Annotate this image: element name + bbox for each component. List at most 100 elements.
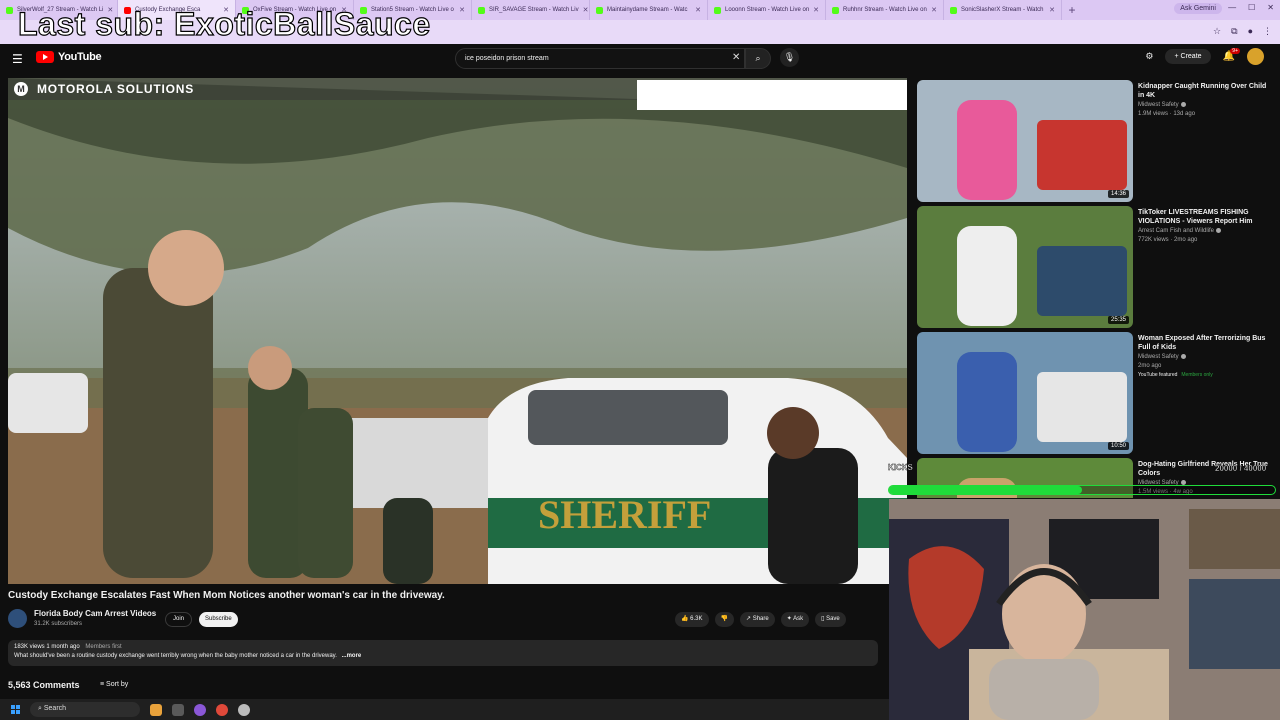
search-input[interactable]: ice poseidon prison stream — [455, 48, 745, 69]
windows-taskbar: ⌕ Search — [0, 699, 890, 720]
browser-tab[interactable]: Maintainydame Stream - Watc ✕ — [590, 0, 708, 20]
channel-name[interactable]: Florida Body Cam Arrest Videos — [34, 609, 156, 618]
new-tab-button[interactable]: + — [1062, 3, 1082, 17]
recommended-channel[interactable]: Midwest Safety — [1138, 102, 1186, 108]
video-player[interactable]: SHERIFF M MOTOROLA SOLUTIONS — [8, 78, 907, 584]
settings-icon[interactable] — [238, 703, 250, 716]
more-link[interactable]: ...more — [342, 653, 362, 659]
browser-tab[interactable]: Ruhhnr Stream - Watch Live on ✕ — [826, 0, 944, 20]
minimize-button[interactable]: — — [1228, 3, 1236, 12]
browser-tab[interactable]: Looonn Stream - Watch Live on ✕ — [708, 0, 826, 20]
browser-tab[interactable]: SonicSlasherX Stream - Watch ✕ — [944, 0, 1062, 20]
video-title: Custody Exchange Escalates Fast When Mom… — [8, 590, 445, 601]
recommended-video-title[interactable]: Woman Exposed After Terrorizing Bus Full… — [1138, 334, 1273, 352]
recommended-video[interactable]: 25:35 TikToker LIVESTREAMS FISHING VIOLAT… — [917, 206, 1273, 328]
video-duration: 10:50 — [1107, 442, 1129, 450]
search-button[interactable]: ⌕ — [745, 48, 771, 69]
description-box[interactable]: 183K views 1 month ago Members first Wha… — [8, 640, 878, 666]
kick-favicon-icon — [6, 6, 13, 14]
youtube-header: ☰ YouTube ice poseidon prison stream ✕ ⌕… — [0, 44, 1280, 72]
share-icon: ↗ — [745, 616, 752, 622]
cast-icon[interactable]: ⚙ — [1145, 51, 1153, 62]
subscriber-count: 31.2K subscribers — [34, 621, 83, 627]
account-avatar[interactable] — [1247, 48, 1264, 65]
create-button[interactable]: + Create — [1165, 49, 1211, 64]
voice-search-button[interactable]: 🎙 — [780, 48, 799, 67]
sort-label: Sort by — [106, 681, 129, 688]
sort-by-button[interactable]: ≡ Sort by — [100, 681, 128, 688]
close-tab-icon[interactable]: ✕ — [1049, 6, 1055, 14]
subscribe-button[interactable]: Subscribe — [199, 612, 238, 627]
motorola-brand-text: MOTOROLA SOLUTIONS — [37, 82, 195, 96]
views-and-date: 183K views 1 month ago — [14, 644, 80, 650]
description-body: What should've been a routine custody ex… — [14, 653, 337, 659]
kicks-label: KICKS — [888, 463, 913, 472]
ask-label: Ask — [793, 616, 804, 622]
sort-icon: ≡ — [100, 681, 105, 688]
description-meta: 183K views 1 month ago Members first — [14, 644, 872, 650]
save-label: Save — [826, 616, 840, 622]
comments-count: 5,563 Comments — [8, 680, 80, 690]
recommended-video-title[interactable]: TikToker LIVESTREAMS FISHING VIOLATIONS … — [1138, 208, 1273, 226]
close-tab-icon[interactable]: ✕ — [695, 6, 701, 14]
file-explorer-icon[interactable] — [172, 703, 184, 716]
browser-tab[interactable]: SIR_SAVAGE Stream - Watch Liv ✕ — [472, 0, 590, 20]
browser-icon[interactable] — [194, 703, 206, 716]
video-thumbnail[interactable] — [917, 206, 1133, 328]
kick-favicon-icon — [478, 6, 485, 14]
close-tab-icon[interactable]: ✕ — [459, 6, 465, 14]
streamer-webcam — [889, 499, 1280, 720]
tab-label: Maintainydame Stream - Watc — [607, 7, 688, 13]
close-tab-icon[interactable]: ✕ — [931, 6, 937, 14]
share-label: Share — [752, 616, 769, 622]
verified-icon — [1180, 354, 1186, 359]
video-duration: 25:35 — [1107, 316, 1129, 324]
profile-icon[interactable]: ● — [1248, 26, 1253, 37]
close-tab-icon[interactable]: ✕ — [813, 6, 819, 14]
recommended-channel[interactable]: Midwest Safety — [1138, 354, 1186, 360]
clear-search-icon[interactable]: ✕ — [732, 52, 740, 63]
app-icon[interactable] — [150, 703, 162, 716]
recommended-video[interactable]: 14:36 Kidnapper Caught Running Over Child… — [917, 80, 1273, 202]
notifications-button[interactable]: 🔔 9+ — [1223, 48, 1240, 62]
search-icon: ⌕ — [755, 53, 761, 63]
recommended-meta: 772K views · 2mo ago — [1138, 237, 1198, 243]
bookmark-icon: ▯ — [821, 616, 825, 622]
search-icon: ⌕ — [38, 705, 42, 712]
star-icon[interactable]: ☆ — [1213, 26, 1221, 37]
youtube-play-icon — [36, 51, 54, 63]
like-count: 6.3K — [690, 616, 703, 622]
video-thumbnail[interactable] — [917, 332, 1133, 454]
ask-button[interactable]: ✦ Ask — [780, 612, 810, 627]
dislike-button[interactable]: 👎 — [714, 612, 734, 627]
goal-progress-fill — [889, 486, 1082, 494]
taskbar-search-label: Search — [43, 705, 67, 712]
join-button[interactable]: Join — [165, 612, 193, 627]
kick-favicon-icon — [832, 6, 839, 14]
recommended-channel[interactable]: Arrest Cam Fish and Wildlife — [1138, 228, 1222, 235]
tab-label: SonicSlasherX Stream - Watch — [961, 7, 1044, 13]
like-button[interactable]: 👍 6.3K — [675, 612, 709, 627]
menu-icon[interactable]: ⋮ — [1263, 26, 1272, 37]
channel-avatar[interactable] — [8, 609, 27, 628]
windows-start-icon[interactable] — [11, 705, 20, 714]
close-window-button[interactable]: ✕ — [1267, 3, 1274, 12]
recommended-channel-name: Arrest Cam Fish and Wildlife — [1138, 228, 1215, 235]
save-button[interactable]: ▯ Save — [815, 612, 846, 627]
maximize-button[interactable]: ☐ — [1248, 3, 1255, 12]
close-tab-icon[interactable]: ✕ — [583, 6, 589, 14]
ask-gemini-button[interactable]: Ask Gemini — [1174, 3, 1222, 14]
thumbs-down-icon: 👎 — [720, 616, 728, 622]
chrome-icon[interactable] — [216, 703, 228, 716]
notification-badge: 9+ — [1230, 48, 1240, 54]
taskbar-search[interactable]: ⌕ Search — [30, 702, 140, 717]
extensions-icon[interactable]: ⧉ — [1231, 26, 1237, 37]
recommended-video-title[interactable]: Kidnapper Caught Running Over Child in 4… — [1138, 82, 1273, 100]
video-thumbnail[interactable] — [917, 80, 1133, 202]
recommended-video[interactable]: 10:50 Woman Exposed After Terrorizing Bus… — [917, 332, 1273, 454]
verified-icon — [1180, 102, 1186, 107]
hamburger-menu-icon[interactable]: ☰ — [12, 52, 23, 66]
share-button[interactable]: ↗ Share — [739, 612, 775, 627]
goal-count: 20000 / 40000 — [1215, 464, 1267, 473]
youtube-logo[interactable]: YouTube — [36, 51, 102, 63]
